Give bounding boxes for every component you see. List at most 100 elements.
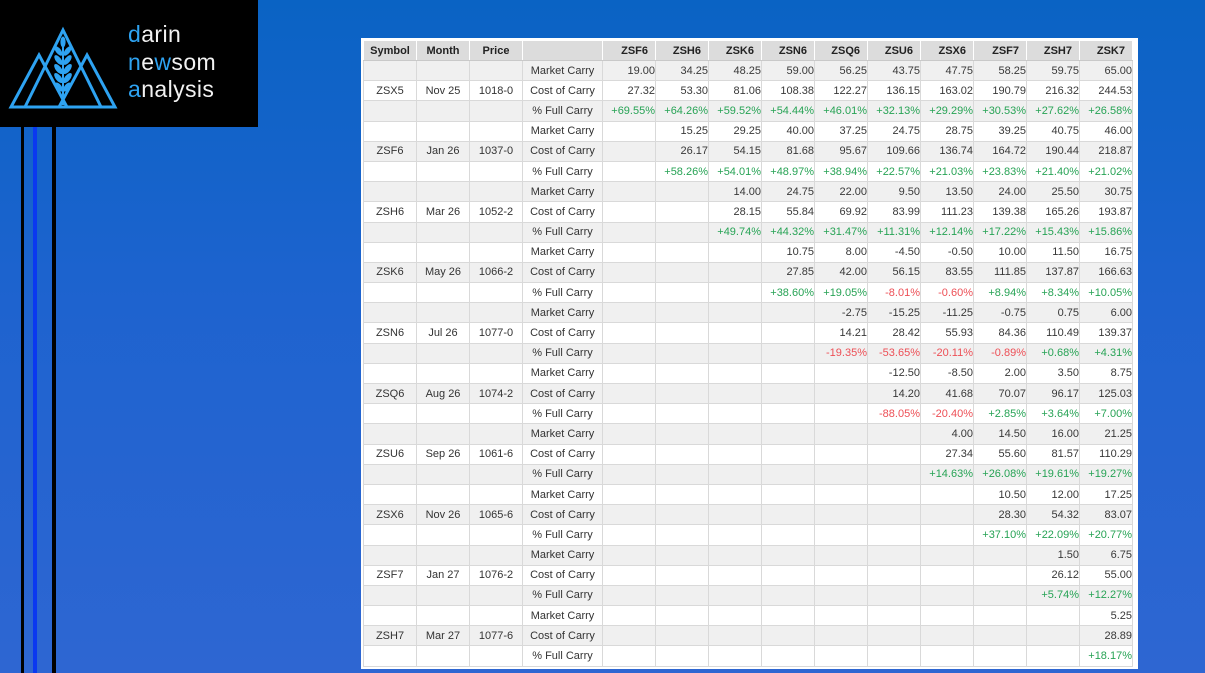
symbol-cell: ZSN6 [364, 323, 417, 343]
value-cell: 46.00 [1080, 121, 1133, 141]
value-cell: 109.66 [868, 141, 921, 161]
value-cell [974, 626, 1027, 646]
column-header: ZSF7 [974, 41, 1027, 61]
value-cell [921, 626, 974, 646]
value-cell: 55.00 [1080, 565, 1133, 585]
value-cell: 11.50 [1027, 242, 1080, 262]
month-cell: Mar 26 [417, 202, 470, 222]
price-cell [470, 363, 523, 383]
row-label-cell: % Full Carry [523, 404, 603, 424]
value-cell: 37.25 [815, 121, 868, 141]
value-cell [815, 484, 868, 504]
value-cell [762, 646, 815, 666]
value-cell [815, 505, 868, 525]
value-cell: 111.85 [974, 262, 1027, 282]
value-cell: +44.32% [762, 222, 815, 242]
month-cell [417, 464, 470, 484]
value-cell: +26.08% [974, 464, 1027, 484]
value-cell [603, 464, 656, 484]
value-cell [656, 565, 709, 585]
value-cell [815, 525, 868, 545]
value-cell [762, 464, 815, 484]
row-label-cell: % Full Carry [523, 585, 603, 605]
value-cell: 40.75 [1027, 121, 1080, 141]
value-cell [974, 585, 1027, 605]
value-cell: 164.72 [974, 141, 1027, 161]
column-header: ZSN6 [762, 41, 815, 61]
value-cell [603, 545, 656, 565]
symbol-cell [364, 161, 417, 181]
row-label-cell: % Full Carry [523, 464, 603, 484]
table-row: ZSX5Nov 251018-0Cost of Carry27.3253.308… [364, 81, 1133, 101]
column-header: ZSX6 [921, 41, 974, 61]
value-cell: 27.34 [921, 444, 974, 464]
value-cell [603, 363, 656, 383]
value-cell: +19.05% [815, 283, 868, 303]
symbol-cell [364, 303, 417, 323]
value-cell: 24.00 [974, 182, 1027, 202]
price-cell: 1052-2 [470, 202, 523, 222]
value-cell [921, 525, 974, 545]
value-cell: +15.86% [1080, 222, 1133, 242]
value-cell [603, 424, 656, 444]
value-cell: 22.00 [815, 182, 868, 202]
value-cell: +59.52% [709, 101, 762, 121]
value-cell [709, 585, 762, 605]
value-cell [656, 303, 709, 323]
value-cell: 9.50 [868, 182, 921, 202]
month-cell: Mar 27 [417, 626, 470, 646]
month-cell [417, 222, 470, 242]
value-cell: +10.05% [1080, 283, 1133, 303]
symbol-cell [364, 525, 417, 545]
value-cell: 108.38 [762, 81, 815, 101]
price-cell [470, 646, 523, 666]
table-row: % Full Carry+49.74%+44.32%+31.47%+11.31%… [364, 222, 1133, 242]
column-header: ZSQ6 [815, 41, 868, 61]
value-cell [921, 545, 974, 565]
row-label-cell: Market Carry [523, 484, 603, 504]
value-cell: -0.89% [974, 343, 1027, 363]
carry-table-container: SymbolMonthPriceZSF6ZSH6ZSK6ZSN6ZSQ6ZSU6… [361, 38, 1138, 669]
month-cell [417, 182, 470, 202]
value-cell: +23.83% [974, 161, 1027, 181]
value-cell: 28.15 [709, 202, 762, 222]
value-cell: 81.68 [762, 141, 815, 161]
value-cell: -20.40% [921, 404, 974, 424]
value-cell [709, 323, 762, 343]
value-cell: +19.27% [1080, 464, 1133, 484]
value-cell [868, 484, 921, 504]
value-cell [709, 363, 762, 383]
table-row: Market Carry-12.50-8.502.003.508.75 [364, 363, 1133, 383]
column-header: Month [417, 41, 470, 61]
value-cell [815, 545, 868, 565]
price-cell [470, 303, 523, 323]
value-cell [974, 646, 1027, 666]
row-label-cell: Market Carry [523, 606, 603, 626]
symbol-cell [364, 283, 417, 303]
value-cell [603, 565, 656, 585]
logo: darinnewsomanalysis [0, 0, 258, 127]
value-cell [656, 283, 709, 303]
value-cell: 1.50 [1027, 545, 1080, 565]
value-cell: 136.15 [868, 81, 921, 101]
table-row: % Full Carry+58.26%+54.01%+48.97%+38.94%… [364, 161, 1133, 181]
value-cell: +4.31% [1080, 343, 1133, 363]
month-cell [417, 363, 470, 383]
table-row: ZSQ6Aug 261074-2Cost of Carry14.2041.687… [364, 384, 1133, 404]
table-row: ZSF7Jan 271076-2Cost of Carry26.1255.00 [364, 565, 1133, 585]
value-cell [709, 424, 762, 444]
value-cell [603, 283, 656, 303]
value-cell: +30.53% [974, 101, 1027, 121]
symbol-cell [364, 646, 417, 666]
value-cell [603, 262, 656, 282]
value-cell [762, 323, 815, 343]
price-cell: 1061-6 [470, 444, 523, 464]
value-cell [868, 606, 921, 626]
value-cell: -2.75 [815, 303, 868, 323]
symbol-cell [364, 464, 417, 484]
column-header: ZSK7 [1080, 41, 1133, 61]
value-cell: 193.87 [1080, 202, 1133, 222]
month-cell [417, 606, 470, 626]
value-cell [603, 182, 656, 202]
value-cell: 65.00 [1080, 61, 1133, 81]
